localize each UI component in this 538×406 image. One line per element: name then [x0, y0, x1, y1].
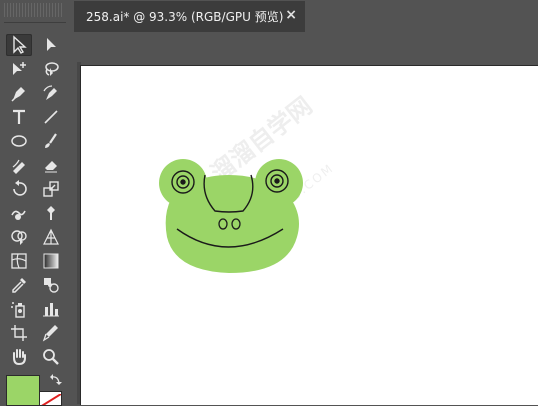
- line-segment-tool-icon[interactable]: [38, 106, 64, 128]
- document-tab-title: 258.ai* @ 93.3% (RGB/GPU 预览): [86, 10, 284, 24]
- blend-tool-icon[interactable]: [38, 274, 64, 296]
- lasso-tool-icon[interactable]: [38, 58, 64, 80]
- direct-selection-tool-icon[interactable]: [38, 34, 64, 56]
- eraser-tool-icon[interactable]: [38, 154, 64, 176]
- warp-tool-icon[interactable]: [6, 202, 32, 224]
- panel-grip[interactable]: [4, 3, 64, 17]
- hand-tool-icon[interactable]: [6, 346, 32, 368]
- magic-wand-tool-icon[interactable]: [6, 58, 32, 80]
- close-icon[interactable]: ×: [285, 7, 297, 23]
- pen-tool-icon[interactable]: [6, 82, 32, 104]
- type-tool-icon[interactable]: [6, 106, 32, 128]
- zoom-tool-icon[interactable]: [38, 346, 64, 368]
- rotate-tool-icon[interactable]: [6, 178, 32, 200]
- swap-fill-stroke-icon[interactable]: [49, 373, 63, 387]
- column-graph-tool-icon[interactable]: [38, 298, 64, 320]
- document-tab-bar: 258.ai* @ 93.3% (RGB/GPU 预览) ×: [70, 0, 538, 32]
- tools-panel: [0, 0, 70, 406]
- fill-color-swatch[interactable]: [6, 375, 40, 406]
- scale-tool-icon[interactable]: [38, 178, 64, 200]
- shaper-tool-icon[interactable]: [6, 154, 32, 176]
- none-slash-icon: [41, 393, 61, 405]
- frog-face-artwork[interactable]: [157, 155, 303, 277]
- gradient-tool-icon[interactable]: [38, 250, 64, 272]
- eyedropper-tool-icon[interactable]: [6, 274, 32, 296]
- shape-builder-tool-icon[interactable]: [6, 226, 32, 248]
- mesh-tool-icon[interactable]: [6, 250, 32, 272]
- puppet-warp-tool-icon[interactable]: [38, 202, 64, 224]
- divider: [4, 22, 66, 23]
- perspective-grid-tool-icon[interactable]: [38, 226, 64, 248]
- slice-tool-icon[interactable]: [38, 322, 64, 344]
- paintbrush-tool-icon[interactable]: [38, 130, 64, 152]
- curvature-tool-icon[interactable]: [38, 82, 64, 104]
- artboard-tool-icon[interactable]: [6, 322, 32, 344]
- selection-tool-icon[interactable]: [6, 34, 32, 56]
- symbol-sprayer-tool-icon[interactable]: [6, 298, 32, 320]
- document-tab[interactable]: 258.ai* @ 93.3% (RGB/GPU 预览) ×: [74, 1, 305, 32]
- ellipse-tool-icon[interactable]: [6, 130, 32, 152]
